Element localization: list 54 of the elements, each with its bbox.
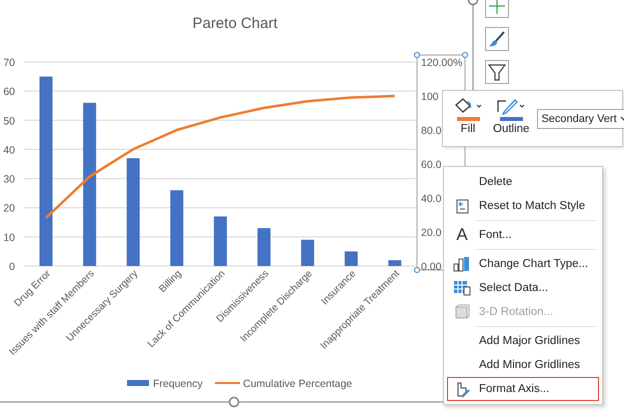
menu-item[interactable]: Delete xyxy=(447,170,599,194)
resize-handle[interactable] xyxy=(468,0,478,6)
resize-handle[interactable] xyxy=(414,266,420,274)
axis-label: 40.0 xyxy=(421,193,442,205)
filter-icon xyxy=(488,63,506,81)
format-button[interactable]: Fill xyxy=(451,97,485,135)
chart-styles-button[interactable] xyxy=(485,27,509,51)
axis-label: 80.0 xyxy=(421,125,442,137)
chart-title: Pareto Chart xyxy=(192,15,278,32)
legend-line-icon xyxy=(215,382,240,384)
legend-label: Cumulative Percentage xyxy=(243,378,352,390)
bar xyxy=(301,240,314,266)
element-dropdown[interactable]: Secondary Vert xyxy=(537,109,624,129)
menu-item[interactable]: Add Minor Gridlines xyxy=(447,353,599,377)
menu-item[interactable]: Reset to Match Style xyxy=(447,194,599,218)
resize-handle[interactable] xyxy=(414,52,420,58)
menu-item[interactable]: Format Axis... xyxy=(447,377,599,401)
axis-label: 70 xyxy=(3,57,15,69)
axis-label: 60.0 xyxy=(421,159,442,171)
font-icon: A xyxy=(456,226,468,244)
axis-label: 20 xyxy=(3,202,15,215)
reset-icon xyxy=(454,198,470,214)
axis-label: 120.00% xyxy=(421,57,462,69)
axis-label: 30 xyxy=(3,174,15,186)
menu-item[interactable]: A Font... xyxy=(447,223,599,247)
menu-item[interactable]: Add Major Gridlines xyxy=(447,329,599,353)
axis-label: 10 xyxy=(3,232,15,244)
chart-elements-button[interactable] xyxy=(485,0,509,18)
bar-chart-icon xyxy=(453,256,471,272)
pen-icon xyxy=(496,97,526,115)
fill-bucket-icon xyxy=(453,97,483,115)
bar xyxy=(388,260,402,266)
axis-label: 20.0 xyxy=(421,227,442,239)
brush-icon xyxy=(488,30,506,48)
menu-item[interactable]: Select Data... xyxy=(447,276,599,300)
format-button[interactable]: Outline xyxy=(491,97,532,135)
axis-label: 50 xyxy=(3,115,15,128)
axis-label: 100 xyxy=(421,91,439,103)
table-icon xyxy=(453,280,471,296)
axis-label: 60 xyxy=(3,86,15,98)
resize-handle[interactable] xyxy=(228,396,240,408)
legend-bar-icon xyxy=(127,380,149,386)
plus-icon xyxy=(488,0,506,15)
bar xyxy=(214,216,227,266)
menu-item[interactable]: Change Chart Type... xyxy=(447,252,599,276)
resize-handle[interactable] xyxy=(462,52,468,58)
axis-label: 0.00 xyxy=(421,261,442,273)
axis-label: 0 xyxy=(9,261,15,273)
bar xyxy=(344,251,358,266)
chart-filters-button[interactable] xyxy=(485,60,509,84)
bar xyxy=(258,228,270,266)
legend-label: Frequency xyxy=(153,378,203,390)
axis-label: 40 xyxy=(3,144,15,156)
cube-icon xyxy=(454,304,470,320)
